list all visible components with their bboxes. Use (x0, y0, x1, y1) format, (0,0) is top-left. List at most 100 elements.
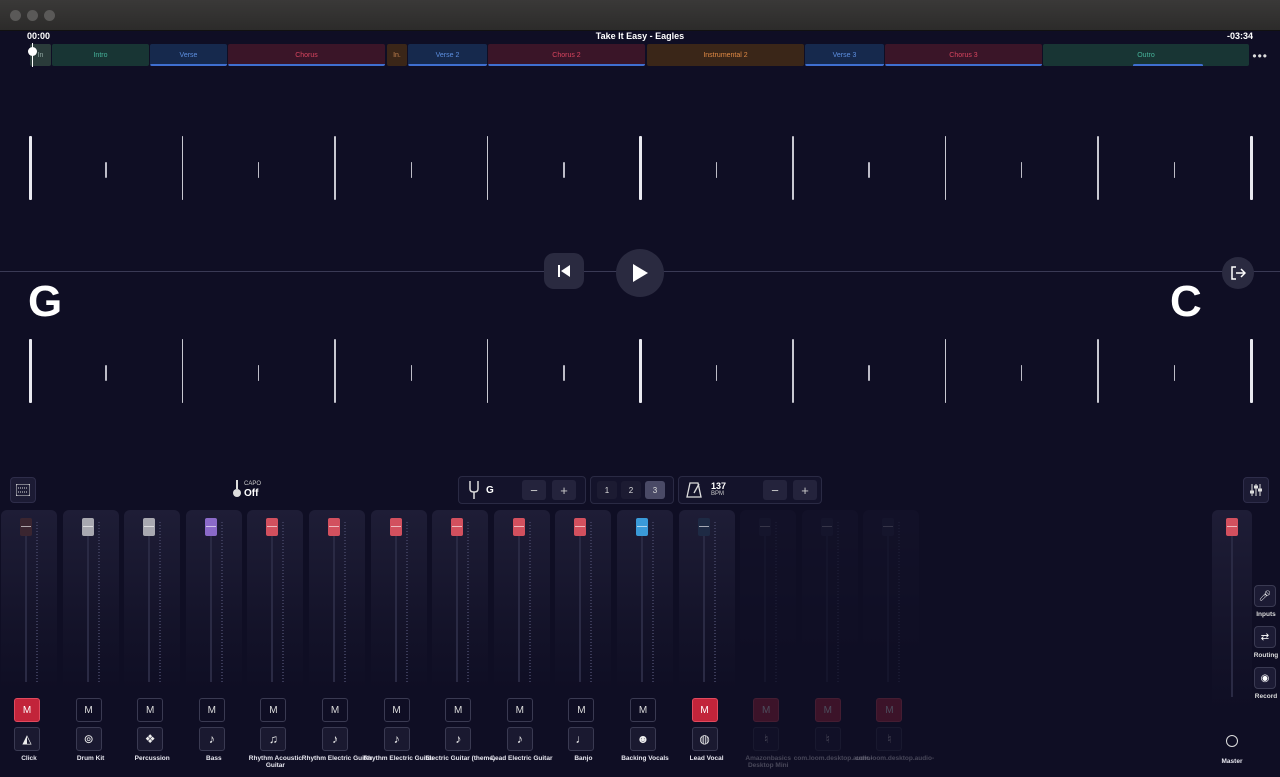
microphone-icon: 🎤︎ (1258, 590, 1272, 602)
mute-button[interactable]: M (198, 698, 225, 722)
routing-button[interactable]: ⇄ (1254, 626, 1276, 648)
zoom-window-button[interactable] (44, 10, 55, 21)
instrument-button[interactable]: ♪ (322, 727, 348, 751)
bpm-increase-button[interactable]: + (793, 480, 817, 500)
section-6[interactable]: Chorus 2 (488, 44, 645, 66)
instrument-button[interactable]: ♫ (260, 727, 287, 751)
count-option-3[interactable]: 3 (645, 481, 665, 499)
volume-fader[interactable] (328, 518, 340, 536)
volume-fader[interactable] (266, 518, 279, 536)
instrument-button[interactable]: ♩ (568, 727, 595, 751)
instrument-button[interactable]: ♮ (876, 727, 903, 751)
exit-button[interactable] (1222, 257, 1254, 289)
instrument-button[interactable]: ◭ (14, 727, 40, 751)
volume-fader[interactable] (759, 518, 772, 536)
current-chord: G (28, 277, 63, 326)
mute-button[interactable]: M (75, 698, 102, 722)
bpm-value: 137 (711, 481, 727, 491)
song-sections-timeline[interactable]: In Intro Verse Chorus In. Verse 2 Chorus 2 Inst… (30, 44, 1250, 68)
volume-fader[interactable] (636, 518, 648, 536)
section-2[interactable]: Verse (150, 44, 227, 66)
instrument-button[interactable]: ♪ (445, 727, 472, 751)
beat-marker (105, 365, 107, 381)
instrument-button[interactable]: ♮ (753, 727, 780, 751)
section-1[interactable]: Intro (52, 44, 149, 66)
volume-fader[interactable] (81, 518, 94, 536)
section-9[interactable]: Chorus 3 (885, 44, 1042, 66)
record-button[interactable]: ◉ (1254, 667, 1276, 689)
song-title: Take It Easy - Eagles (595, 31, 685, 41)
mute-button[interactable]: M (814, 698, 841, 722)
mic-input-icon: ♮ (887, 732, 892, 746)
volume-fader[interactable] (204, 518, 217, 536)
master-fader-knob[interactable] (1226, 518, 1238, 536)
mute-button[interactable]: M (322, 698, 348, 722)
count-option-2[interactable]: 2 (621, 481, 641, 499)
channel-strip: M ◭ Click (1, 510, 59, 772)
mute-button[interactable]: M (876, 698, 903, 722)
volume-fader[interactable] (574, 518, 587, 536)
section-progress-bar (150, 64, 227, 66)
section-10[interactable]: Outro (1043, 44, 1249, 66)
key-decrease-button[interactable]: − (522, 480, 546, 500)
rewind-button[interactable] (544, 253, 584, 289)
mute-button[interactable]: M (260, 698, 287, 722)
master-output-icon[interactable] (1226, 735, 1238, 747)
chord-grid-button[interactable] (10, 477, 36, 503)
section-8[interactable]: Verse 3 (805, 44, 884, 66)
mute-button[interactable]: M (630, 698, 656, 722)
section-7[interactable]: Instrumental 2 (647, 44, 804, 66)
mute-button[interactable]: M (753, 698, 780, 722)
volume-fader[interactable] (697, 518, 710, 536)
time-remaining: -03:34 (1226, 31, 1253, 41)
instrument-button[interactable]: ⊚ (75, 727, 102, 751)
mute-button[interactable]: M (691, 698, 718, 722)
mute-button[interactable]: M (445, 698, 472, 722)
bpm-decrease-button[interactable]: − (763, 480, 787, 500)
instrument-button[interactable]: ❖ (137, 727, 164, 751)
inputs-button[interactable]: 🎤︎ (1254, 585, 1276, 607)
capo-control[interactable]: CAPO Off (232, 480, 261, 499)
electric-guitar-icon: ♪ (516, 732, 523, 746)
record-icon: ◉ (1260, 672, 1270, 684)
instrument-button[interactable]: ◍ (691, 727, 718, 751)
channel-strip: M ♩ Banjo (555, 510, 613, 772)
instrument-button[interactable]: ♪ (198, 727, 225, 751)
metronome-icon: ◭ (22, 732, 32, 746)
guitar-capo-icon (233, 480, 241, 497)
volume-fader[interactable] (882, 518, 895, 536)
count-option-1[interactable]: 1 (597, 481, 617, 499)
playhead-handle[interactable] (28, 47, 37, 56)
volume-fader[interactable] (451, 518, 464, 536)
grid-icon (16, 484, 30, 496)
section-5[interactable]: Verse 2 (408, 44, 487, 66)
mute-button[interactable]: M (506, 698, 533, 722)
instrument-button[interactable]: ♪ (506, 727, 533, 751)
mute-button[interactable]: M (383, 698, 410, 722)
section-progress-bar (885, 64, 1042, 66)
volume-fader[interactable] (820, 518, 833, 536)
mixer-settings-button[interactable] (1243, 477, 1269, 503)
beat-marker (1097, 339, 1099, 403)
beat-marker (334, 136, 336, 200)
minimize-window-button[interactable] (27, 10, 38, 21)
volume-fader[interactable] (143, 518, 156, 536)
mute-button[interactable]: M (568, 698, 595, 722)
close-window-button[interactable] (10, 10, 21, 21)
banjo-icon: ♩ (575, 732, 588, 746)
level-meter (220, 522, 223, 682)
mute-button[interactable]: M (14, 698, 40, 722)
mute-button[interactable]: M (137, 698, 164, 722)
play-button[interactable] (616, 249, 664, 297)
volume-fader[interactable] (389, 518, 402, 536)
volume-fader[interactable] (512, 518, 525, 536)
volume-fader[interactable] (20, 518, 32, 536)
section-4[interactable]: In. (387, 44, 407, 66)
more-options-button[interactable]: ••• (1252, 49, 1268, 63)
instrument-button[interactable]: ♮ (814, 727, 841, 751)
instrument-button[interactable]: ♪ (383, 727, 410, 751)
key-increase-button[interactable]: + (552, 480, 576, 500)
channel-strip-bg (801, 510, 858, 690)
instrument-button[interactable]: ☻ (630, 727, 656, 751)
section-3[interactable]: Chorus (228, 44, 385, 66)
